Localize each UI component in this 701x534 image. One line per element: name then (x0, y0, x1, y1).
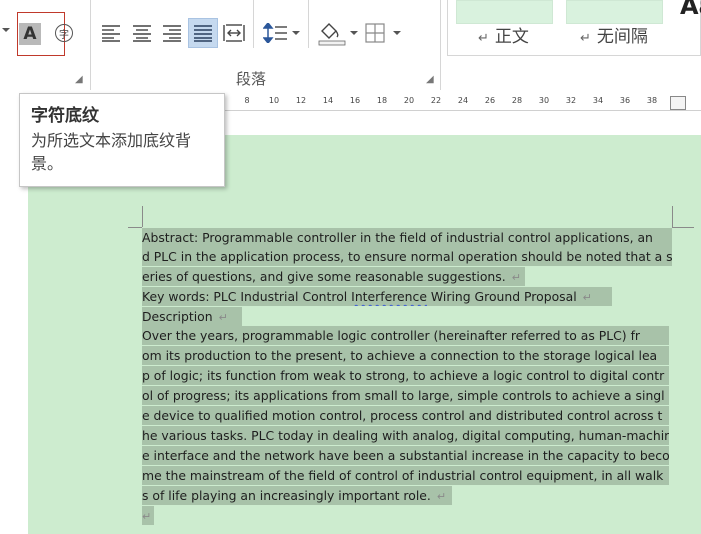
style-heading-preview[interactable]: Aa (680, 0, 701, 20)
margin-corner-mark (672, 227, 694, 228)
align-center-button[interactable] (131, 21, 153, 45)
text-line: p of logic; its function from weak to st… (142, 368, 665, 383)
text-line: ol of progress; its applications from sm… (142, 388, 665, 403)
borders-button[interactable] (363, 21, 403, 45)
spelling-error-underline: Interference (351, 289, 427, 304)
text-line: ↵ (142, 510, 152, 523)
justify-icon (194, 25, 212, 42)
line-spacing-icon (263, 23, 300, 43)
align-left-button[interactable] (100, 21, 122, 45)
style-no-spacing[interactable]: ↵ 无间隔 (580, 22, 648, 47)
text-line: Description ↵ (142, 309, 228, 324)
tooltip-title: 字符底纹 (31, 106, 99, 126)
font-dialog-launcher-icon[interactable]: ◢ (75, 74, 83, 85)
margin-corner-mark (142, 206, 143, 227)
style-normal[interactable]: ↵ 正文 (478, 22, 529, 47)
ribbon: A 字 段落 ◢ ◢ ↵正文 ↵无间隔 Aa (0, 0, 701, 92)
ribbon-separator (90, 0, 91, 90)
horizontal-ruler[interactable]: 8 10 12 14 16 18 20 22 24 26 28 30 32 34… (224, 94, 701, 111)
distributed-button[interactable] (222, 21, 246, 45)
align-center-icon (133, 25, 151, 42)
justify-button[interactable] (188, 18, 218, 48)
paragraph-dialog-launcher-icon[interactable]: ◢ (426, 74, 434, 85)
ribbon-separator (253, 0, 254, 48)
text-line: me the mainstream of the field of contro… (142, 468, 664, 483)
text-line: Abstract: Programmable controller in the… (142, 230, 653, 245)
distributed-icon (223, 24, 245, 42)
right-indent-marker[interactable] (670, 96, 686, 110)
tooltip-description: 为所选文本添加底纹背景。 (31, 131, 192, 173)
text-line: Over the years, programmable logic contr… (142, 328, 641, 343)
character-shading-tooltip: 字符底纹 为所选文本添加底纹背景。 (19, 93, 225, 187)
ribbon-separator (440, 0, 441, 90)
text-line: Key words: PLC Industrial Control Interf… (142, 289, 592, 304)
ribbon-separator (308, 0, 309, 48)
enclose-characters-icon: 字 (55, 24, 73, 42)
text-line: om its production to the present, to ach… (142, 348, 658, 363)
style-normal-preview[interactable] (456, 0, 553, 24)
text-line: e device to qualified motion control, pr… (142, 408, 663, 423)
text-line: he various tasks. PLC today in dealing w… (142, 428, 669, 443)
style-no-spacing-preview[interactable] (566, 0, 663, 24)
enclose-characters-button[interactable]: 字 (53, 22, 75, 44)
margin-corner-mark (128, 227, 142, 228)
dropdown-arrow-icon[interactable] (2, 28, 10, 32)
paragraph-group-label: 段落 (236, 70, 267, 88)
align-left-icon (102, 25, 120, 42)
text-line: s of life playing an increasingly import… (142, 488, 447, 503)
paint-bucket-icon (318, 23, 358, 46)
line-spacing-button[interactable] (262, 21, 302, 45)
align-right-icon (163, 25, 181, 42)
text-line: e interface and the network have been a … (142, 448, 669, 463)
text-line: d PLC in the application process, to ens… (142, 249, 672, 264)
text-line: eries of questions, and give some reason… (142, 269, 521, 284)
shading-button[interactable] (316, 19, 360, 47)
align-right-button[interactable] (161, 21, 183, 45)
borders-icon (365, 23, 401, 43)
margin-corner-mark (672, 206, 673, 227)
character-shading-icon: A (19, 23, 41, 45)
